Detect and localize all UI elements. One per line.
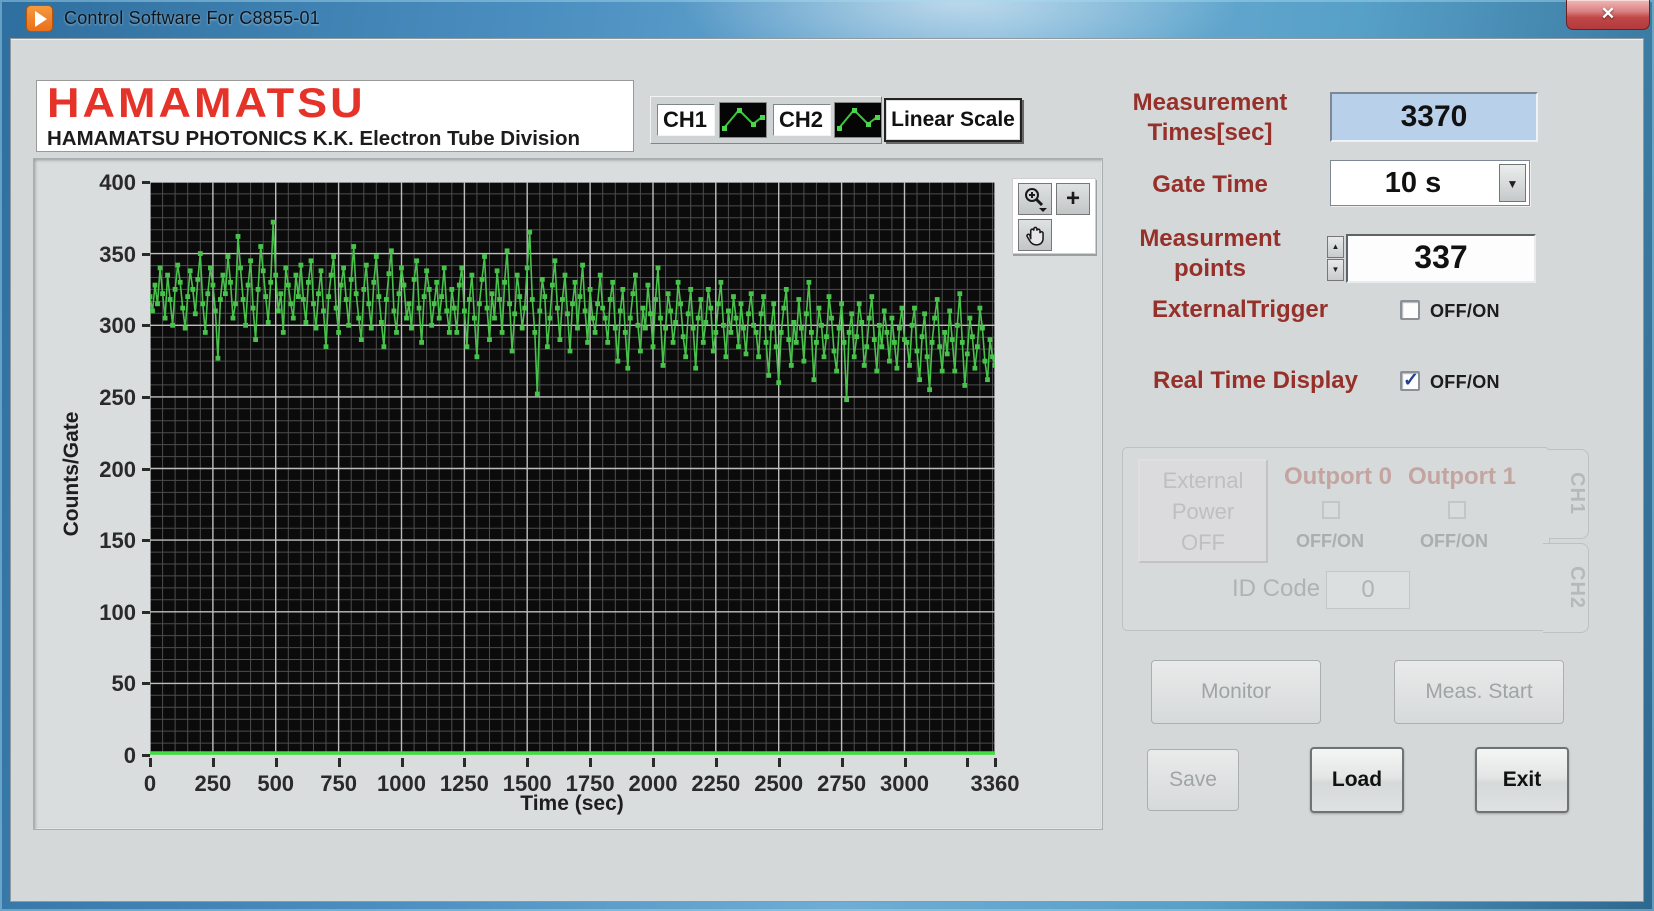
spin-up-button[interactable]: ▲ xyxy=(1327,236,1344,258)
x-tick-mark xyxy=(463,758,466,767)
logo-text: HAMAMATSU xyxy=(47,83,623,123)
y-tick-label: 100 xyxy=(66,600,136,626)
y-tick-label: 400 xyxy=(66,170,136,196)
logo-subtitle: HAMAMATSU PHOTONICS K.K. Electron Tube D… xyxy=(47,127,623,151)
magnifier-plus-icon xyxy=(1022,186,1048,212)
x-tick-mark xyxy=(841,758,844,767)
pan-tool-button[interactable] xyxy=(1018,219,1052,251)
check-icon: ✓ xyxy=(1403,369,1419,392)
y-tick-mark xyxy=(142,468,150,471)
chart-plot-area[interactable] xyxy=(150,182,995,755)
ch1-trace-icon[interactable] xyxy=(719,102,767,138)
x-tick-label: 3000 xyxy=(865,771,945,797)
x-tick-mark xyxy=(401,758,404,767)
gate-time-dropdown[interactable]: 10 s ▼ xyxy=(1330,160,1530,206)
play-triangle-icon xyxy=(35,11,47,27)
device-io-group: CH1 CH2 External Power OFF Outport 0 Out… xyxy=(1122,443,1588,635)
ch2-trace-icon[interactable] xyxy=(834,102,882,138)
x-tick-mark xyxy=(715,758,718,767)
measurement-points-value[interactable]: 337 xyxy=(1346,234,1536,283)
outport0-label: Outport 0 xyxy=(1284,463,1392,491)
titlebar: Control Software For C8855-01 ✕ xyxy=(0,0,1654,38)
id-code-label: ID Code xyxy=(1232,575,1320,603)
outport0-checkbox[interactable] xyxy=(1322,501,1340,519)
zoom-tool-button[interactable] xyxy=(1018,183,1052,215)
y-tick-label: 50 xyxy=(66,671,136,697)
y-tick-label: 300 xyxy=(66,313,136,339)
outport0-offon-label: OFF/ON xyxy=(1296,531,1364,552)
outport1-label: Outport 1 xyxy=(1408,463,1516,491)
app-icon xyxy=(26,5,53,32)
graph-tool-palette: + xyxy=(1012,178,1096,254)
points-spinner: ▲ ▼ xyxy=(1327,236,1344,281)
y-axis-label: Counts/Gate xyxy=(60,394,84,554)
ch1-label[interactable]: CH1 xyxy=(657,104,715,136)
window-title: Control Software For C8855-01 xyxy=(64,8,320,29)
tab-ch1[interactable]: CH1 xyxy=(1549,449,1589,539)
measurement-points-label: Measurment points xyxy=(1085,224,1335,284)
y-tick-label: 0 xyxy=(66,743,136,769)
y-tick-mark xyxy=(142,754,150,757)
channel-selector-group: CH1 CH2 xyxy=(650,96,882,144)
hand-icon xyxy=(1023,223,1047,247)
load-button[interactable]: Load xyxy=(1310,747,1404,813)
outport1-checkbox[interactable] xyxy=(1448,501,1466,519)
external-trigger-checkbox[interactable] xyxy=(1400,300,1420,320)
close-button[interactable]: ✕ xyxy=(1566,0,1650,30)
spin-down-button[interactable]: ▼ xyxy=(1327,259,1344,281)
x-tick-mark xyxy=(778,758,781,767)
y-tick-mark xyxy=(142,682,150,685)
y-tick-mark xyxy=(142,396,150,399)
y-tick-mark xyxy=(142,181,150,184)
x-tick-mark xyxy=(149,758,152,767)
gate-time-value: 10 s xyxy=(1331,161,1495,205)
id-code-value[interactable]: 0 xyxy=(1326,571,1410,609)
measurement-times-value: 3370 xyxy=(1330,92,1538,142)
exit-button[interactable]: Exit xyxy=(1475,747,1569,813)
x-tick-mark xyxy=(589,758,592,767)
save-button[interactable]: Save xyxy=(1147,749,1239,811)
x-tick-mark xyxy=(338,758,341,767)
x-tick-mark xyxy=(652,758,655,767)
x-tick-label: 3360 xyxy=(955,771,1035,797)
y-tick-label: 350 xyxy=(66,242,136,268)
gate-time-label: Gate Time xyxy=(1085,170,1335,200)
crosshair-icon: + xyxy=(1066,187,1080,211)
y-tick-mark xyxy=(142,539,150,542)
x-tick-mark xyxy=(212,758,215,767)
external-power-button[interactable]: External Power OFF xyxy=(1138,459,1268,563)
tab-ch2[interactable]: CH2 xyxy=(1543,543,1589,633)
real-time-display-label: Real Time Display xyxy=(1153,366,1358,396)
x-tick-mark xyxy=(526,758,529,767)
x-tick-mark xyxy=(994,758,997,767)
real-time-display-offon-label: OFF/ON xyxy=(1430,372,1500,393)
x-tick-mark xyxy=(275,758,278,767)
hamamatsu-logo: HAMAMATSU HAMAMATSU PHOTONICS K.K. Elect… xyxy=(36,80,634,152)
y-tick-mark xyxy=(142,324,150,327)
x-axis-label: Time (sec) xyxy=(520,792,624,816)
measurement-times-label: Measurement Times[sec] xyxy=(1085,88,1335,148)
linear-scale-button[interactable]: Linear Scale xyxy=(884,98,1022,142)
x-tick-mark xyxy=(966,758,969,767)
real-time-display-checkbox[interactable]: ✓ xyxy=(1400,371,1420,391)
y-tick-mark xyxy=(142,611,150,614)
y-tick-mark xyxy=(142,253,150,256)
x-tick-mark xyxy=(904,758,907,767)
monitor-button[interactable]: Monitor xyxy=(1151,660,1321,724)
chevron-down-icon[interactable]: ▼ xyxy=(1499,164,1526,202)
external-trigger-offon-label: OFF/ON xyxy=(1430,301,1500,322)
outport1-offon-label: OFF/ON xyxy=(1420,531,1488,552)
meas-start-button[interactable]: Meas. Start xyxy=(1394,660,1564,724)
external-trigger-label: ExternalTrigger xyxy=(1152,295,1328,325)
ch2-label[interactable]: CH2 xyxy=(773,104,831,136)
